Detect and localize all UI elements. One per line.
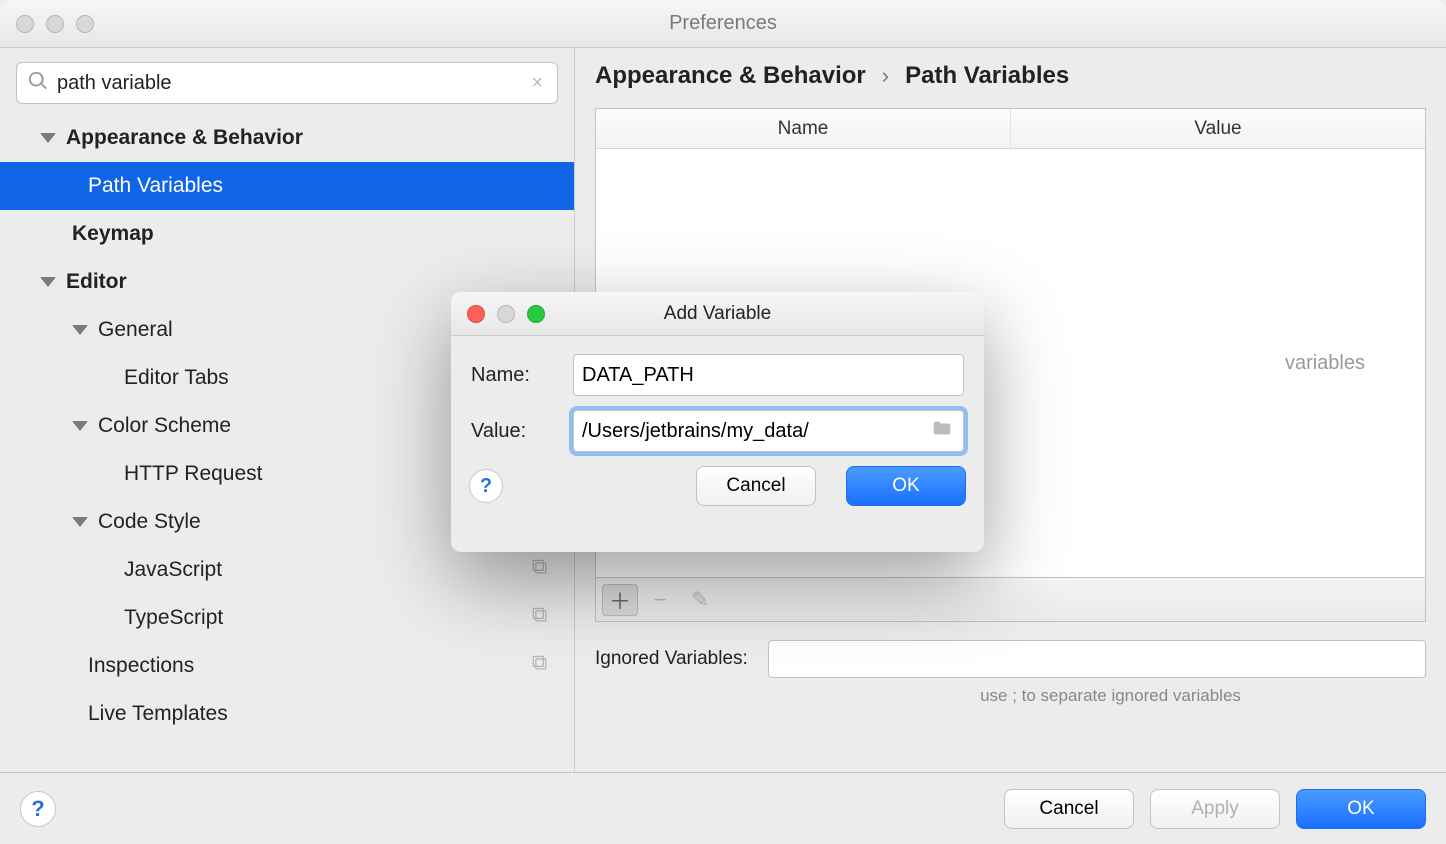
name-field-row: Name: xyxy=(471,354,964,396)
modal-close-button[interactable] xyxy=(467,305,485,323)
add-button[interactable]: ＋ xyxy=(602,584,638,616)
tree-label: Appearance & Behavior xyxy=(66,126,303,150)
table-empty-suffix: variables xyxy=(1285,352,1365,375)
close-window-button[interactable] xyxy=(16,15,34,33)
add-variable-dialog: Add Variable Name: Value: ? Cancel OK xyxy=(451,292,984,552)
tree-label: Live Templates xyxy=(88,702,228,726)
search-wrap: × xyxy=(0,48,574,114)
tree-label: Code Style xyxy=(98,510,201,534)
cancel-button[interactable]: Cancel xyxy=(1004,789,1134,829)
value-field-row: Value: xyxy=(471,410,964,452)
search-icon xyxy=(27,70,57,97)
sidebar-item-appearance-behavior[interactable]: Appearance & Behavior xyxy=(0,114,574,162)
titlebar: Preferences xyxy=(0,0,1446,48)
modal-cancel-button[interactable]: Cancel xyxy=(696,466,816,506)
ignored-row: Ignored Variables: xyxy=(595,640,1426,678)
sidebar-item-inspections[interactable]: Inspections xyxy=(0,642,574,690)
modal-body: Name: Value: xyxy=(451,336,984,452)
breadcrumb: Appearance & Behavior › Path Variables xyxy=(595,62,1426,90)
tree-label: Inspections xyxy=(88,654,194,678)
chevron-down-icon xyxy=(40,277,56,287)
col-value[interactable]: Value xyxy=(1011,109,1425,148)
tree-label: Color Scheme xyxy=(98,414,231,438)
value-input[interactable] xyxy=(582,420,929,443)
breadcrumb-parent[interactable]: Appearance & Behavior xyxy=(595,62,866,90)
value-label: Value: xyxy=(471,420,557,443)
search-input[interactable] xyxy=(57,72,527,95)
value-input-wrap[interactable] xyxy=(573,410,964,452)
breadcrumb-current: Path Variables xyxy=(905,62,1069,90)
tree-label: General xyxy=(98,318,173,342)
sidebar-item-live-templates[interactable]: Live Templates xyxy=(0,690,574,738)
name-label: Name: xyxy=(471,364,557,387)
tree-label: HTTP Request xyxy=(124,462,263,486)
clear-search-icon[interactable]: × xyxy=(527,72,547,95)
sidebar-item-javascript[interactable]: JavaScript xyxy=(0,546,574,594)
apply-button[interactable]: Apply xyxy=(1150,789,1280,829)
ignored-variables-input[interactable] xyxy=(768,640,1426,678)
modal-ok-button[interactable]: OK xyxy=(846,466,966,506)
modal-traffic-lights xyxy=(451,305,545,323)
tree-label: Keymap xyxy=(72,222,154,246)
search-field[interactable]: × xyxy=(16,62,558,104)
name-input[interactable] xyxy=(582,364,955,387)
browse-folder-icon[interactable] xyxy=(929,418,955,445)
ignored-hint: use ; to separate ignored variables xyxy=(595,686,1426,706)
table-toolbar: ＋ − ✎ xyxy=(595,578,1426,622)
copy-icon xyxy=(530,605,550,631)
zoom-window-button[interactable] xyxy=(76,15,94,33)
chevron-down-icon xyxy=(40,133,56,143)
edit-button[interactable]: ✎ xyxy=(682,584,718,616)
modal-zoom-button[interactable] xyxy=(527,305,545,323)
footer: ? Cancel Apply OK xyxy=(0,772,1446,844)
sidebar-item-typescript[interactable]: TypeScript xyxy=(0,594,574,642)
tree-label: TypeScript xyxy=(124,606,223,630)
chevron-down-icon xyxy=(72,517,88,527)
chevron-down-icon xyxy=(72,421,88,431)
table-header: Name Value xyxy=(596,109,1425,149)
modal-footer: ? Cancel OK xyxy=(451,452,984,520)
help-button[interactable]: ? xyxy=(20,791,56,827)
window-title: Preferences xyxy=(0,12,1446,35)
name-input-wrap[interactable] xyxy=(573,354,964,396)
ok-button[interactable]: OK xyxy=(1296,789,1426,829)
sidebar-item-keymap[interactable]: Keymap xyxy=(0,210,574,258)
minimize-window-button[interactable] xyxy=(46,15,64,33)
tree-label: JavaScript xyxy=(124,558,222,582)
tree-label: Editor Tabs xyxy=(124,366,229,390)
modal-titlebar: Add Variable xyxy=(451,292,984,336)
remove-button[interactable]: − xyxy=(642,584,678,616)
traffic-lights xyxy=(0,15,94,33)
tree-label: Editor xyxy=(66,270,127,294)
col-name[interactable]: Name xyxy=(596,109,1011,148)
ignored-variables-label: Ignored Variables: xyxy=(595,648,748,670)
chevron-down-icon xyxy=(72,325,88,335)
sidebar-item-path-variables[interactable]: Path Variables xyxy=(0,162,574,210)
copy-icon xyxy=(530,653,550,679)
copy-icon xyxy=(530,557,550,583)
tree-label: Path Variables xyxy=(88,174,223,198)
breadcrumb-sep: › xyxy=(882,63,889,89)
modal-help-button[interactable]: ? xyxy=(469,469,503,503)
modal-minimize-button xyxy=(497,305,515,323)
pencil-icon: ✎ xyxy=(691,587,709,613)
